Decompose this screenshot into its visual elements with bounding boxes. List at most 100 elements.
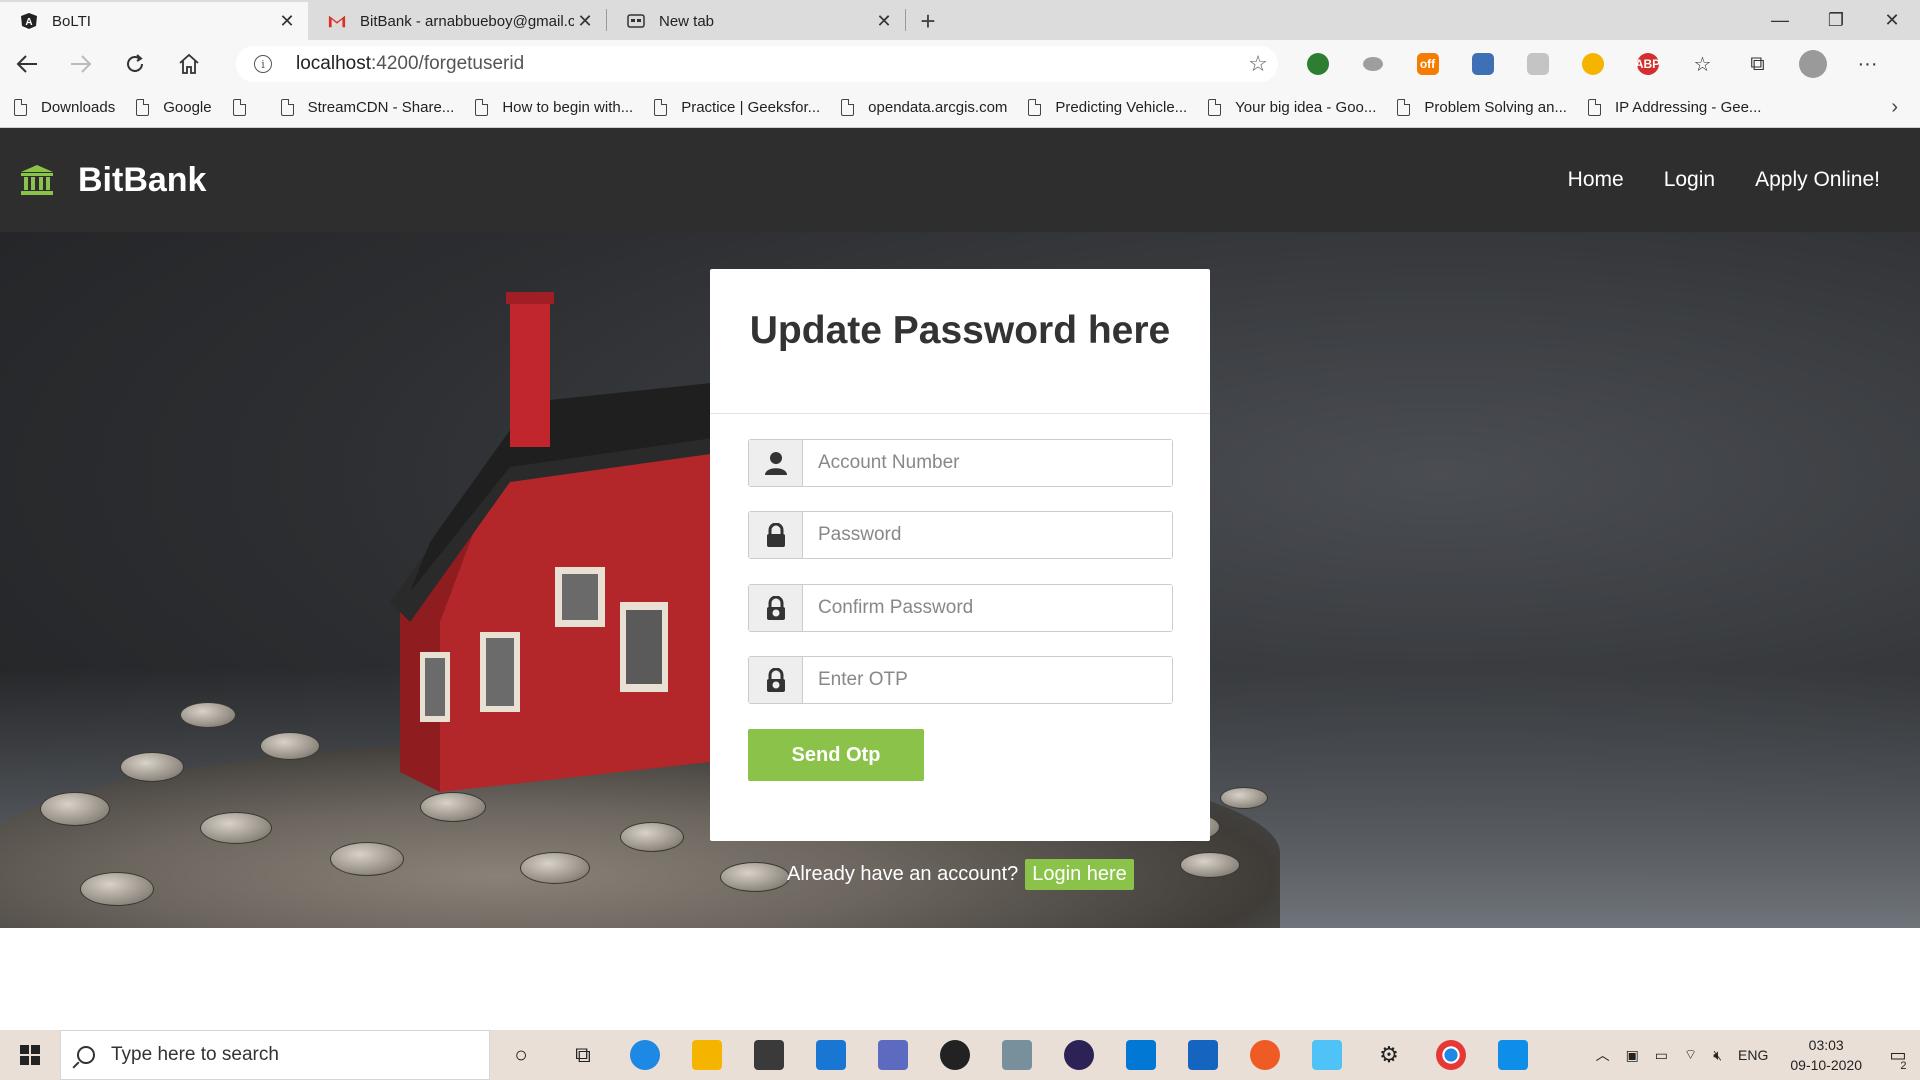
page-icon — [1397, 99, 1411, 116]
lock-extension-icon[interactable] — [1455, 44, 1510, 84]
download-extension-icon[interactable] — [1565, 44, 1620, 84]
windows-start-icon[interactable] — [0, 1030, 60, 1080]
tablet-app-icon[interactable] — [1296, 1030, 1358, 1080]
clock[interactable]: 03:03 09-10-2020 — [1790, 1035, 1862, 1075]
notification-icon[interactable]: ▭ 2 — [1876, 1030, 1920, 1080]
lock-icon — [749, 512, 803, 558]
chrome-icon[interactable] — [1420, 1030, 1482, 1080]
account-number-input[interactable] — [803, 440, 1172, 486]
account-number-field — [748, 439, 1173, 487]
bookmark-ip-addressing[interactable]: IP Addressing - Gee... — [1587, 99, 1761, 116]
device-icon[interactable]: ▣ — [1626, 1047, 1639, 1064]
coupon-extension-icon[interactable]: off — [1400, 44, 1455, 84]
editor-app-icon[interactable] — [862, 1030, 924, 1080]
login-here-link[interactable]: Login here — [1025, 859, 1134, 890]
xbox-icon[interactable] — [924, 1030, 986, 1080]
gray-extension-icon[interactable] — [1510, 44, 1565, 84]
chevron-up-icon[interactable]: ︿ — [1596, 1045, 1610, 1065]
link-extension-icon[interactable] — [1345, 44, 1400, 84]
refresh-icon[interactable] — [108, 42, 162, 86]
page-icon — [475, 99, 489, 116]
send-otp-button[interactable]: Send Otp — [748, 729, 924, 781]
battery-icon[interactable]: ▭ — [1655, 1047, 1668, 1064]
password-input[interactable] — [803, 512, 1172, 558]
bookmark-google[interactable]: Google — [136, 99, 212, 116]
brand[interactable]: BitBank — [20, 161, 206, 200]
file-explorer-icon[interactable] — [676, 1030, 738, 1080]
vscode-icon[interactable] — [1110, 1030, 1172, 1080]
page-icon — [1028, 99, 1042, 116]
window-app-icon[interactable] — [1172, 1030, 1234, 1080]
close-tab-icon[interactable]: ✕ — [276, 11, 298, 32]
form-title: Update Password here — [710, 269, 1210, 414]
close-tab-icon[interactable]: ✕ — [873, 11, 895, 32]
volume-muted-icon[interactable]: 🔇︎ — [1713, 1047, 1722, 1064]
eclipse-icon[interactable] — [1048, 1030, 1110, 1080]
taskbar-search[interactable]: Type here to search — [60, 1030, 490, 1080]
chevron-right-icon[interactable]: › — [1891, 96, 1898, 119]
otp-input[interactable] — [803, 657, 1172, 703]
wifi-icon[interactable]: ⌔ — [1684, 1046, 1697, 1064]
close-tab-icon[interactable]: ✕ — [574, 11, 596, 32]
bookmark-streamcdn[interactable]: StreamCDN - Share... — [280, 99, 454, 116]
favorites-list-icon[interactable]: ☆ — [1675, 44, 1730, 84]
confirm-password-input[interactable] — [803, 585, 1172, 631]
back-arrow-icon[interactable] — [0, 42, 54, 86]
minimize-icon[interactable]: — — [1752, 0, 1808, 40]
app-header: BitBank Home Login Apply Online! — [0, 128, 1920, 232]
new-tab-plus-icon[interactable]: + — [906, 2, 950, 40]
address-bar[interactable]: i localhost:4200/forgetuserid ☆ — [236, 46, 1278, 82]
globe-extension-icon[interactable] — [1290, 44, 1345, 84]
bookmark-practice[interactable]: Practice | Geeksfor... — [654, 99, 820, 116]
cortana-icon[interactable]: ○ — [490, 1030, 552, 1080]
tab-title: BitBank - arnabbueboy@gmail.c — [360, 12, 574, 30]
nav-home-link[interactable]: Home — [1568, 168, 1624, 192]
mail-icon[interactable] — [800, 1030, 862, 1080]
confirm-password-field — [748, 584, 1173, 632]
clock-date: 09-10-2020 — [1790, 1057, 1862, 1073]
collections-icon[interactable]: ⧉ — [1730, 44, 1785, 84]
bookmark-big-idea[interactable]: Your big idea - Goo... — [1208, 99, 1376, 116]
edge-browser-icon[interactable] — [614, 1030, 676, 1080]
settings-gear-icon[interactable]: ⚙ — [1358, 1030, 1420, 1080]
nav-apply-online-link[interactable]: Apply Online! — [1755, 168, 1880, 192]
user-icon — [749, 440, 803, 486]
tab-gmail[interactable]: BitBank - arnabbueboy@gmail.c ✕ — [308, 2, 606, 40]
page-icon — [280, 99, 294, 116]
teamviewer-icon[interactable] — [1482, 1030, 1544, 1080]
angular-icon: A — [20, 12, 38, 30]
otp-lock-icon — [749, 657, 803, 703]
bookmark-opendata[interactable]: opendata.arcgis.com — [841, 99, 1007, 116]
otp-field — [748, 656, 1173, 704]
page-icon — [232, 99, 246, 116]
adblock-icon[interactable]: ABP — [1620, 44, 1675, 84]
bookmark-downloads[interactable]: Downloads — [14, 99, 115, 116]
nav-login-link[interactable]: Login — [1664, 168, 1715, 192]
browser-tab-strip: A BoLTI ✕ BitBank - arnabbueboy@gmail.c … — [0, 0, 1920, 40]
forward-arrow-icon[interactable] — [54, 42, 108, 86]
language-indicator[interactable]: ENG — [1738, 1047, 1768, 1063]
profile-avatar-icon[interactable] — [1785, 44, 1840, 84]
restore-icon[interactable]: ❐ — [1808, 0, 1864, 40]
store-icon[interactable] — [738, 1030, 800, 1080]
page-icon — [1587, 99, 1601, 116]
network-app-icon[interactable] — [986, 1030, 1048, 1080]
bookmark-problem-solving[interactable]: Problem Solving an... — [1397, 99, 1567, 116]
tab-bolti[interactable]: A BoLTI ✕ — [0, 2, 308, 40]
close-window-icon[interactable]: ✕ — [1864, 0, 1920, 40]
page-icon — [14, 99, 27, 116]
bookmark-how-to-begin[interactable]: How to begin with... — [475, 99, 633, 116]
home-icon[interactable] — [162, 42, 216, 86]
site-info-icon[interactable]: i — [254, 55, 272, 73]
task-view-icon[interactable]: ⧉ — [552, 1030, 614, 1080]
clock-time: 03:03 — [1808, 1037, 1844, 1053]
tab-new-tab[interactable]: New tab ✕ — [607, 2, 905, 40]
bookmark-predicting[interactable]: Predicting Vehicle... — [1028, 99, 1187, 116]
favorite-star-icon[interactable]: ☆ — [1238, 51, 1278, 77]
bookmarks-bar: Downloads Google StreamCDN - Share... Ho… — [0, 88, 1920, 128]
postman-icon[interactable] — [1234, 1030, 1296, 1080]
more-menu-icon[interactable]: ··· — [1840, 44, 1895, 84]
page-icon — [136, 99, 150, 116]
windows-taskbar: Type here to search ○ ⧉ ⚙ ︿ ▣ ▭ ⌔ 🔇︎ ENG… — [0, 1030, 1920, 1080]
bookmark-untitled[interactable] — [232, 99, 260, 116]
